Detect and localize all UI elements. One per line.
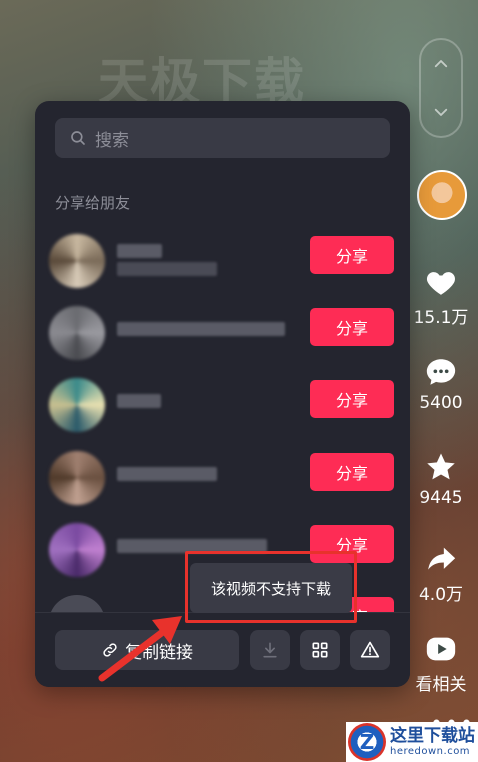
- share-button[interactable]: 分享: [310, 380, 394, 418]
- section-title: 分享给朋友: [55, 194, 131, 212]
- logo-text: 这里下载站 heredown.com: [390, 727, 475, 757]
- video-nav-pill[interactable]: [419, 38, 463, 138]
- comment-count: 5400: [419, 393, 463, 413]
- author-avatar[interactable]: [417, 170, 467, 220]
- friend-avatar[interactable]: [49, 523, 105, 577]
- friend-name: [117, 467, 217, 481]
- share-arrow-icon: [428, 547, 456, 570]
- comment-action[interactable]: 5400: [410, 355, 472, 413]
- comment-icon: [426, 359, 456, 385]
- friend-avatar[interactable]: [49, 306, 105, 360]
- logo-cn: 这里下载站: [390, 726, 475, 747]
- friend-row: 分享: [49, 378, 394, 432]
- friend-row: 分享: [49, 306, 394, 360]
- site-logo: Z 这里下载站 heredown.com: [346, 722, 478, 762]
- watch-related-action[interactable]: 看相关: [410, 632, 472, 695]
- friend-name: [117, 244, 162, 258]
- share-action[interactable]: 4.0万: [410, 542, 472, 605]
- qrcode-icon: [312, 642, 328, 658]
- favorite-count: 9445: [419, 488, 463, 508]
- annotation-highlight-box: [185, 551, 357, 623]
- chevron-down-icon[interactable]: [432, 103, 450, 121]
- friend-avatar[interactable]: [49, 451, 105, 505]
- heart-icon: [426, 272, 456, 295]
- share-button[interactable]: 分享: [310, 453, 394, 491]
- like-count: 15.1万: [413, 308, 469, 328]
- friend-row: 分享: [49, 234, 394, 288]
- share-button[interactable]: 分享: [310, 308, 394, 346]
- play-icon: [426, 637, 456, 661]
- friend-row: 分享: [49, 451, 394, 505]
- friend-avatar[interactable]: [49, 378, 105, 432]
- qrcode-button[interactable]: [300, 630, 340, 670]
- logo-en: heredown.com: [390, 745, 471, 757]
- share-button[interactable]: 分享: [310, 236, 394, 274]
- friend-name: [117, 394, 161, 408]
- friend-avatar[interactable]: [49, 234, 105, 288]
- search-placeholder: 搜索: [95, 130, 129, 151]
- friend-name: [117, 322, 285, 336]
- report-icon: [360, 641, 380, 658]
- search-icon: [71, 131, 85, 145]
- star-icon: [427, 453, 455, 480]
- friend-name-line: [117, 262, 217, 276]
- watch-related-label: 看相关: [415, 675, 467, 695]
- favorite-action[interactable]: 9445: [410, 450, 472, 508]
- logo-mark-icon: Z: [348, 723, 386, 761]
- like-action[interactable]: 15.1万: [410, 265, 472, 328]
- annotation-arrow-icon: [98, 616, 182, 682]
- chevron-up-icon[interactable]: [432, 55, 450, 73]
- search-input[interactable]: 搜索: [55, 118, 390, 158]
- download-icon: [263, 642, 277, 658]
- share-count: 4.0万: [418, 585, 464, 605]
- report-button[interactable]: [350, 630, 390, 670]
- download-button[interactable]: [250, 630, 290, 670]
